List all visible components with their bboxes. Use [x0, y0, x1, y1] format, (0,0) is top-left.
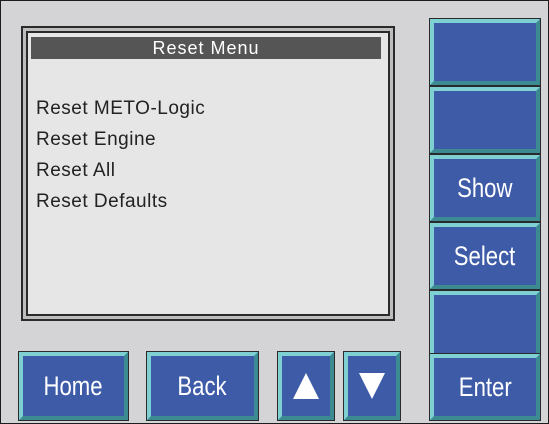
back-button[interactable]: Back: [147, 352, 258, 420]
menu-item-reset-defaults[interactable]: Reset Defaults: [36, 186, 205, 217]
menu-item-reset-all[interactable]: Reset All: [36, 155, 205, 186]
show-button-label: Show: [457, 172, 513, 203]
enter-button-label: Enter: [458, 371, 512, 402]
scroll-down-button[interactable]: [344, 352, 400, 420]
home-button-label: Home: [43, 370, 104, 401]
softkey-5-button[interactable]: [430, 291, 540, 357]
home-button[interactable]: Home: [19, 352, 128, 420]
menu-item-reset-engine[interactable]: Reset Engine: [36, 124, 205, 155]
down-arrow-icon: [359, 373, 385, 399]
scroll-up-button[interactable]: [278, 352, 334, 420]
control-panel: Reset Menu Reset METO-Logic Reset Engine…: [0, 0, 549, 424]
screen-title: Reset Menu: [31, 37, 381, 59]
back-button-label: Back: [177, 370, 228, 401]
reset-menu-list: Reset METO-Logic Reset Engine Reset All …: [36, 93, 205, 217]
menu-item-reset-meto-logic[interactable]: Reset METO-Logic: [36, 93, 205, 124]
enter-button[interactable]: Enter: [430, 354, 540, 420]
select-button[interactable]: Select: [430, 223, 540, 289]
up-arrow-icon: [293, 373, 319, 399]
softkey-1-button[interactable]: [430, 19, 540, 85]
softkey-2-button[interactable]: [430, 87, 540, 153]
show-button[interactable]: Show: [430, 155, 540, 221]
display-screen: Reset Menu Reset METO-Logic Reset Engine…: [21, 26, 395, 321]
select-button-label: Select: [454, 240, 516, 271]
